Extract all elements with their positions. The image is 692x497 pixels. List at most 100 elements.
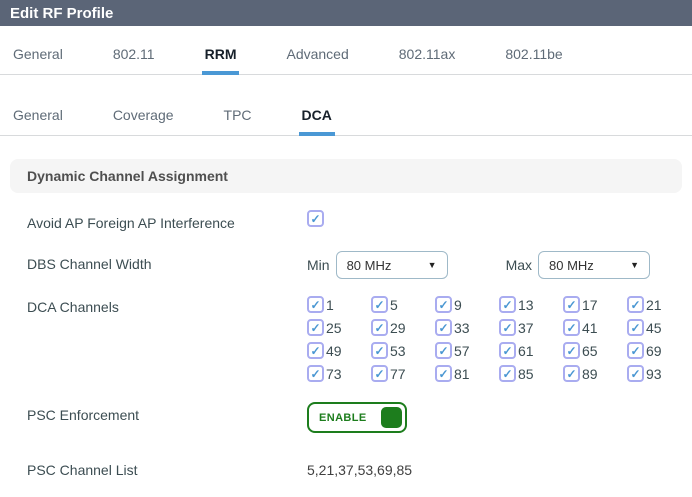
dca-channel-25[interactable]: ✓ 25 — [307, 319, 371, 336]
dbs-min-select[interactable]: 80 MHz ▼ — [335, 251, 448, 279]
dca-channel-checkbox[interactable]: ✓ — [499, 296, 516, 313]
dca-channel-89[interactable]: ✓ 89 — [563, 365, 627, 382]
dca-channel-number: 57 — [454, 342, 470, 359]
dca-channel-33[interactable]: ✓ 33 — [435, 319, 499, 336]
dca-channel-checkbox[interactable]: ✓ — [307, 342, 324, 359]
dca-channel-49[interactable]: ✓ 49 — [307, 342, 371, 359]
dca-channel-number: 81 — [454, 365, 470, 382]
psc-channel-list-label: PSC Channel List — [27, 462, 138, 478]
dca-channel-checkbox[interactable]: ✓ — [499, 365, 516, 382]
dca-channel-61[interactable]: ✓ 61 — [499, 342, 563, 359]
dca-channel-checkbox[interactable]: ✓ — [563, 296, 580, 313]
tab-general[interactable]: General — [10, 40, 66, 75]
dca-channel-checkbox[interactable]: ✓ — [563, 319, 580, 336]
tab-rrm[interactable]: RRM — [201, 40, 240, 75]
dca-channel-85[interactable]: ✓ 85 — [499, 365, 563, 382]
dca-channel-checkbox[interactable]: ✓ — [563, 365, 580, 382]
dca-form: Avoid AP Foreign AP Interference ✓ DBS C… — [0, 210, 692, 497]
psc-enforcement-toggle-knob — [380, 407, 402, 428]
psc-enforcement-toggle-label: ENABLE — [319, 411, 367, 424]
avoid-ap-interference-checkbox[interactable]: ✓ — [307, 210, 324, 227]
dca-channel-checkbox[interactable]: ✓ — [371, 296, 388, 313]
dca-channel-number: 1 — [326, 296, 334, 313]
dca-channel-checkbox[interactable]: ✓ — [435, 342, 452, 359]
dca-channel-93[interactable]: ✓ 93 — [627, 365, 691, 382]
dca-channel-number: 65 — [582, 342, 598, 359]
dca-channel-45[interactable]: ✓ 45 — [627, 319, 691, 336]
dca-channel-73[interactable]: ✓ 73 — [307, 365, 371, 382]
dbs-min-value: 80 MHz — [346, 257, 392, 273]
dca-channel-65[interactable]: ✓ 65 — [563, 342, 627, 359]
dca-channel-number: 37 — [518, 319, 534, 336]
dca-channel-checkbox[interactable]: ✓ — [307, 296, 324, 313]
dca-channel-checkbox[interactable]: ✓ — [371, 365, 388, 382]
dca-channel-number: 25 — [326, 319, 342, 336]
row-psc-enforcement: PSC Enforcement ENABLE — [27, 402, 692, 433]
dca-channel-number: 17 — [582, 296, 598, 313]
row-dbs-channel-width: DBS Channel Width Min 80 MHz ▼ Max 80 MH… — [27, 251, 692, 279]
dca-channel-9[interactable]: ✓ 9 — [435, 296, 499, 313]
subtab-dca[interactable]: DCA — [298, 101, 335, 136]
dca-channel-77[interactable]: ✓ 77 — [371, 365, 435, 382]
tab-advanced[interactable]: Advanced — [283, 40, 351, 75]
dca-channel-checkbox[interactable]: ✓ — [627, 296, 644, 313]
dca-channel-number: 93 — [646, 365, 662, 382]
dbs-max-label: Max — [505, 257, 533, 273]
tab-802-11ax[interactable]: 802.11ax — [396, 40, 459, 75]
dca-channel-checkbox[interactable]: ✓ — [627, 319, 644, 336]
dca-channel-number: 45 — [646, 319, 662, 336]
dca-channel-checkbox[interactable]: ✓ — [499, 319, 516, 336]
dca-channel-checkbox[interactable]: ✓ — [435, 296, 452, 313]
subtab-coverage[interactable]: Coverage — [110, 101, 177, 136]
dca-channel-1[interactable]: ✓ 1 — [307, 296, 371, 313]
dca-channel-81[interactable]: ✓ 81 — [435, 365, 499, 382]
dca-channel-41[interactable]: ✓ 41 — [563, 319, 627, 336]
dca-channel-number: 49 — [326, 342, 342, 359]
dca-channel-checkbox[interactable]: ✓ — [627, 365, 644, 382]
dca-channel-checkbox[interactable]: ✓ — [563, 342, 580, 359]
dca-channel-checkbox[interactable]: ✓ — [307, 319, 324, 336]
dca-channel-number: 41 — [582, 319, 598, 336]
psc-enforcement-toggle[interactable]: ENABLE — [307, 402, 407, 433]
row-dca-channels: DCA Channels ✓ 1 ✓ 5 ✓ 9 ✓ 13 ✓ 17 ✓ 21 ✓ 25 ✓ 29 ✓ 33 ✓ 37… — [27, 294, 692, 382]
tab-802-11[interactable]: 802.11 — [110, 40, 158, 75]
dca-channel-number: 33 — [454, 319, 470, 336]
dca-channel-21[interactable]: ✓ 21 — [627, 296, 691, 313]
dca-channel-69[interactable]: ✓ 69 — [627, 342, 691, 359]
dca-channel-number: 85 — [518, 365, 534, 382]
dca-channel-13[interactable]: ✓ 13 — [499, 296, 563, 313]
row-avoid-ap-interference: Avoid AP Foreign AP Interference ✓ — [27, 210, 692, 231]
dca-channel-5[interactable]: ✓ 5 — [371, 296, 435, 313]
subtab-general[interactable]: General — [10, 101, 66, 136]
dca-channel-checkbox[interactable]: ✓ — [627, 342, 644, 359]
dca-channel-37[interactable]: ✓ 37 — [499, 319, 563, 336]
dca-channel-checkbox[interactable]: ✓ — [371, 319, 388, 336]
caret-down-icon: ▼ — [427, 260, 437, 270]
dca-channel-checkbox[interactable]: ✓ — [499, 342, 516, 359]
dca-channel-checkbox[interactable]: ✓ — [307, 365, 324, 382]
dca-channel-number: 89 — [582, 365, 598, 382]
dbs-max-select[interactable]: 80 MHz ▼ — [538, 251, 651, 279]
dca-channel-number: 69 — [646, 342, 662, 359]
section-title: Dynamic Channel Assignment — [27, 168, 228, 184]
dca-channel-29[interactable]: ✓ 29 — [371, 319, 435, 336]
dca-channel-number: 77 — [390, 365, 406, 382]
sub-tabbar: General Coverage TPC DCA — [0, 101, 692, 136]
subtab-tpc[interactable]: TPC — [221, 101, 255, 136]
dca-channel-number: 61 — [518, 342, 534, 359]
dbs-channel-width-label: DBS Channel Width — [27, 256, 152, 272]
dca-channel-checkbox[interactable]: ✓ — [371, 342, 388, 359]
edit-rf-profile-window: Edit RF Profile General 802.11 RRM Advanced… — [0, 0, 692, 497]
dca-channel-17[interactable]: ✓ 17 — [563, 296, 627, 313]
dca-channel-53[interactable]: ✓ 53 — [371, 342, 435, 359]
tab-802-11be[interactable]: 802.11be — [502, 40, 565, 75]
dca-channel-number: 21 — [646, 296, 662, 313]
dca-channel-checkbox[interactable]: ✓ — [435, 319, 452, 336]
avoid-ap-interference-label: Avoid AP Foreign AP Interference — [27, 215, 235, 231]
dca-channel-checkbox[interactable]: ✓ — [435, 365, 452, 382]
psc-channel-list-value: 5,21,37,53,69,85 — [307, 462, 413, 478]
psc-enforcement-label: PSC Enforcement — [27, 407, 140, 423]
window-title: Edit RF Profile — [0, 0, 692, 26]
dca-channel-57[interactable]: ✓ 57 — [435, 342, 499, 359]
main-tabbar: General 802.11 RRM Advanced 802.11ax 802.11be — [0, 40, 692, 75]
